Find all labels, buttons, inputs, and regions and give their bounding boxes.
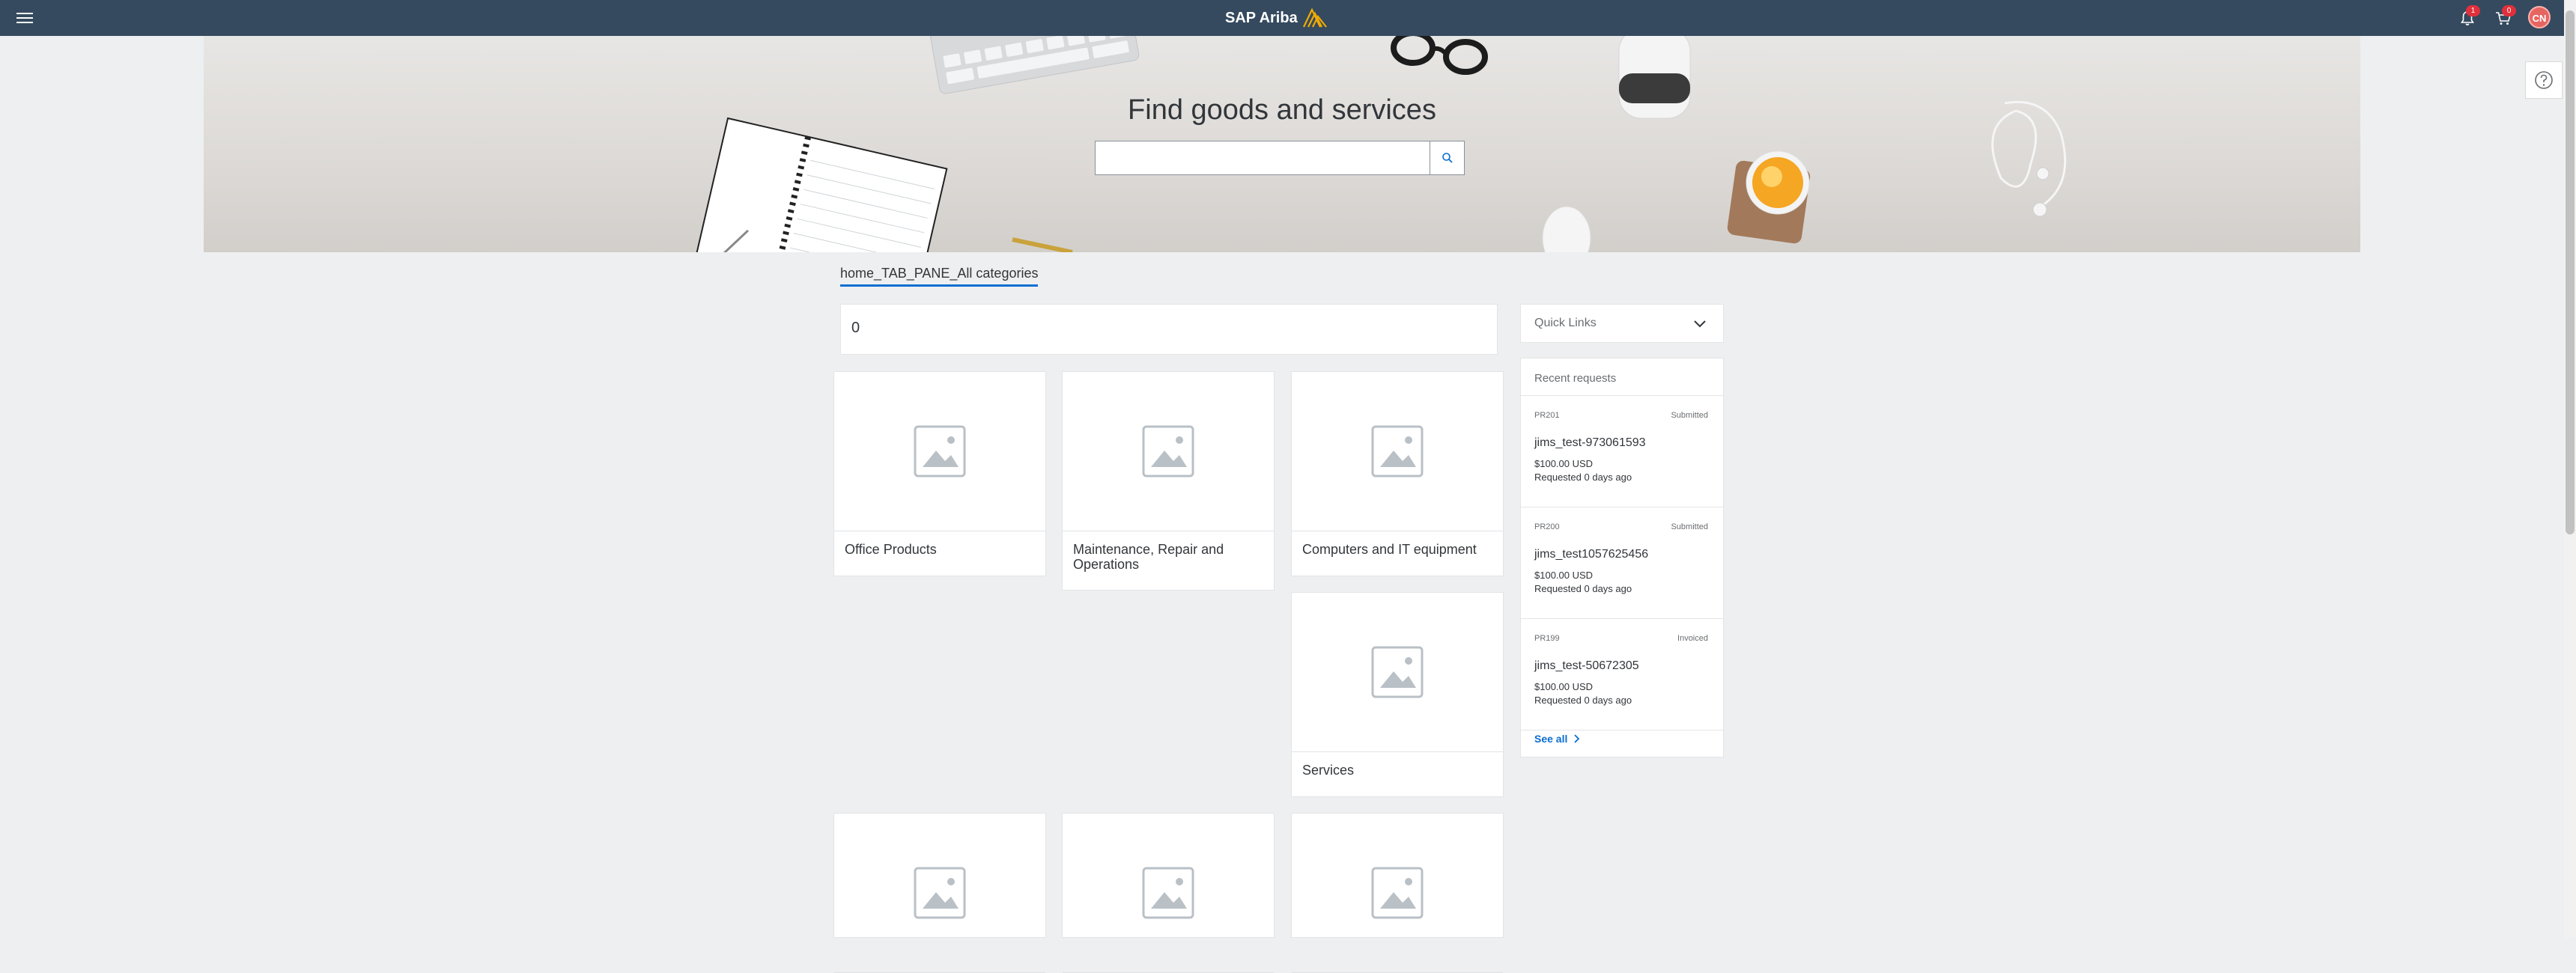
help-button[interactable]	[2525, 61, 2563, 99]
request-date: Requested 0 days ago	[1534, 472, 1632, 483]
quick-links-label: Quick Links	[1534, 317, 1597, 329]
image-placeholder-icon	[1142, 867, 1194, 919]
image-placeholder-icon	[1142, 425, 1194, 478]
request-item[interactable]: PR200 Submitted jims_test1057625456 $100…	[1521, 507, 1723, 619]
recent-requests-title: Recent requests	[1521, 359, 1723, 396]
chevron-right-icon	[1574, 734, 1580, 743]
request-amount: $100.00 USD	[1534, 570, 1594, 581]
chevron-down-icon	[1694, 320, 1706, 328]
request-amount: $100.00 USD	[1534, 458, 1594, 469]
search-button[interactable]	[1430, 141, 1465, 175]
recent-requests-panel: Recent requests PR201 Submitted jims_tes…	[1520, 358, 1724, 757]
request-item[interactable]: PR201 Submitted jims_test-973061593 $100…	[1521, 396, 1723, 507]
help-icon	[2535, 71, 2553, 89]
cart-badge: 0	[2502, 5, 2516, 16]
request-date: Requested 0 days ago	[1534, 583, 1632, 594]
request-item[interactable]: PR199 Invoiced jims_test-50672305 $100.0…	[1521, 619, 1723, 730]
image-placeholder-icon	[1371, 646, 1424, 698]
notification-badge: 1	[2466, 5, 2480, 16]
see-all-label: See all	[1534, 733, 1568, 745]
hero-title: Find goods and services	[1128, 94, 1436, 126]
image-placeholder-icon	[1371, 867, 1424, 919]
menu-icon[interactable]	[16, 10, 33, 26]
category-tile[interactable]	[1291, 813, 1504, 973]
request-name: jims_test-973061593	[1534, 436, 1646, 449]
hero-banner: Find goods and services	[204, 36, 2360, 252]
request-amount: $100.00 USD	[1534, 681, 1594, 692]
search-icon	[1442, 153, 1453, 163]
request-status: Submitted	[1671, 522, 1708, 531]
category-tile-maintenance[interactable]: Maintenance, Repair and Operations	[1062, 371, 1275, 591]
shell-bar: SAP Ariba 1 0 CN	[0, 0, 2576, 36]
tile-image	[1063, 814, 1274, 973]
request-status: Invoiced	[1677, 634, 1708, 643]
image-placeholder-icon	[914, 867, 966, 919]
tile-image	[834, 814, 1045, 973]
user-avatar[interactable]: CN	[2528, 6, 2551, 28]
request-status: Submitted	[1671, 411, 1708, 420]
notification-button[interactable]: 1	[2456, 5, 2480, 29]
ariba-logo-icon	[1302, 8, 1327, 28]
quick-links-dropdown[interactable]: Quick Links	[1520, 304, 1724, 343]
tile-label: Computers and IT equipment	[1302, 542, 1477, 557]
search-bar	[1095, 141, 1465, 175]
category-filter-field[interactable]: 0	[840, 304, 1498, 355]
tab-all-categories[interactable]: home_TAB_PANE_All categories	[840, 266, 1039, 287]
request-id: PR200	[1534, 522, 1560, 531]
category-tile[interactable]	[1062, 813, 1275, 973]
tile-image	[834, 372, 1045, 531]
tile-image	[1292, 372, 1503, 531]
request-id: PR201	[1534, 411, 1560, 420]
request-date: Requested 0 days ago	[1534, 695, 1632, 706]
tile-image	[1063, 372, 1274, 531]
request-id: PR199	[1534, 634, 1560, 643]
image-placeholder-icon	[1371, 425, 1424, 478]
brand-name: SAP Ariba	[1225, 9, 1298, 26]
tile-label: Maintenance, Repair and Operations	[1073, 542, 1224, 572]
search-input[interactable]	[1095, 141, 1430, 175]
category-tile-services[interactable]: Services	[1291, 592, 1504, 797]
scrollbar-thumb[interactable]	[2566, 10, 2575, 534]
cart-button[interactable]: 0	[2492, 5, 2516, 29]
category-tile-office-products[interactable]: Office Products	[833, 371, 1046, 576]
category-tile-computers[interactable]: Computers and IT equipment	[1291, 371, 1504, 576]
category-tile[interactable]	[833, 813, 1046, 973]
image-placeholder-icon	[914, 425, 966, 478]
brand-logo: SAP Ariba	[1225, 7, 1328, 28]
request-name: jims_test-50672305	[1534, 659, 1639, 672]
tile-image	[1292, 814, 1503, 973]
tile-image	[1292, 593, 1503, 752]
category-filter-value: 0	[851, 320, 860, 336]
request-name: jims_test1057625456	[1534, 548, 1649, 561]
tile-label: Office Products	[845, 542, 937, 557]
see-all-link[interactable]: See all	[1534, 733, 1581, 745]
tile-label: Services	[1302, 763, 1355, 778]
